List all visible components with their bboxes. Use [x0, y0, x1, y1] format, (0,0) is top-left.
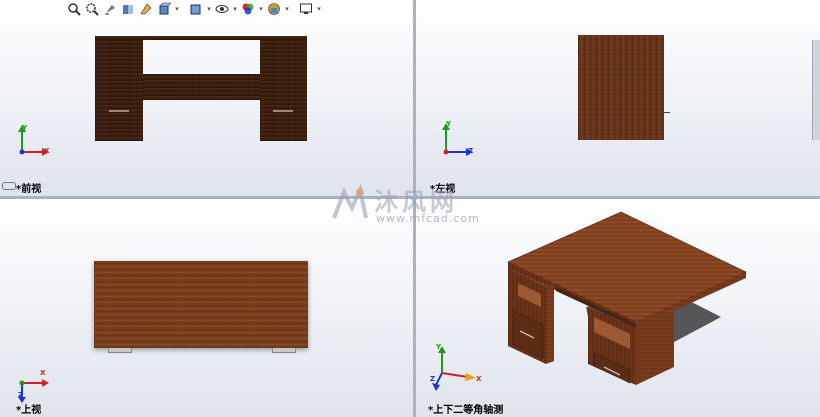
chevron-down-icon[interactable]: ▾ — [258, 5, 264, 13]
view-settings-icon[interactable] — [298, 1, 314, 17]
viewport-label-isometric: *上下二等角轴测 — [428, 405, 504, 416]
chevron-down-icon[interactable]: ▾ — [232, 5, 238, 13]
viewport-front[interactable]: ▾ ▾ ▾ ▾ ▾ ▾ Y X *前视 — [0, 0, 413, 196]
view-link-icon[interactable] — [2, 182, 16, 190]
desk-top-model[interactable] — [94, 261, 308, 348]
viewport-isometric[interactable]: Y X Z *上下二等角轴测 — [416, 199, 820, 417]
hide-show-items-icon[interactable] — [214, 1, 230, 17]
section-view-icon[interactable] — [120, 1, 136, 17]
desk-iso-model[interactable] — [496, 207, 756, 387]
viewport-label-front: *前视 — [16, 184, 42, 195]
viewport-splitter-horizontal[interactable] — [0, 196, 820, 199]
viewport-label-top: *上视 — [16, 405, 42, 416]
viewport-top[interactable]: X Z *上视 — [0, 199, 413, 417]
viewport-splitter-vertical[interactable] — [413, 0, 416, 417]
axis-y-label: Y — [22, 124, 28, 132]
desk-left-model[interactable] — [578, 35, 664, 140]
previous-view-icon[interactable] — [102, 1, 118, 17]
axis-y-label: Y — [446, 120, 452, 128]
display-style-icon[interactable] — [188, 1, 204, 17]
triad-iso — [432, 346, 476, 391]
viewport-left[interactable]: Y Z *左视 — [416, 0, 820, 196]
dynamic-annotation-icon[interactable] — [138, 1, 154, 17]
chevron-down-icon[interactable]: ▾ — [174, 5, 180, 13]
axis-x-label: X — [40, 369, 46, 377]
axis-x-label: X — [476, 375, 482, 383]
task-pane-edge[interactable] — [812, 40, 820, 140]
axis-x-label: X — [44, 147, 50, 155]
zoom-to-fit-icon[interactable] — [66, 1, 82, 17]
heads-up-toolbar: ▾ ▾ ▾ ▾ ▾ ▾ — [66, 0, 322, 18]
chevron-down-icon[interactable]: ▾ — [206, 5, 212, 13]
viewport-label-left: *左视 — [430, 184, 456, 195]
axis-z-label: Z — [468, 147, 474, 155]
view-orientation-icon[interactable] — [156, 1, 172, 17]
axis-z-label: Z — [18, 391, 24, 399]
edit-appearance-icon[interactable] — [240, 1, 256, 17]
desk-front-model[interactable] — [95, 36, 307, 141]
chevron-down-icon[interactable]: ▾ — [316, 5, 322, 13]
zoom-area-icon[interactable] — [84, 1, 100, 17]
axis-y-label: Y — [436, 343, 442, 351]
apply-scene-icon[interactable] — [266, 1, 282, 17]
chevron-down-icon[interactable]: ▾ — [284, 5, 290, 13]
axis-z-label: Z — [430, 375, 436, 383]
